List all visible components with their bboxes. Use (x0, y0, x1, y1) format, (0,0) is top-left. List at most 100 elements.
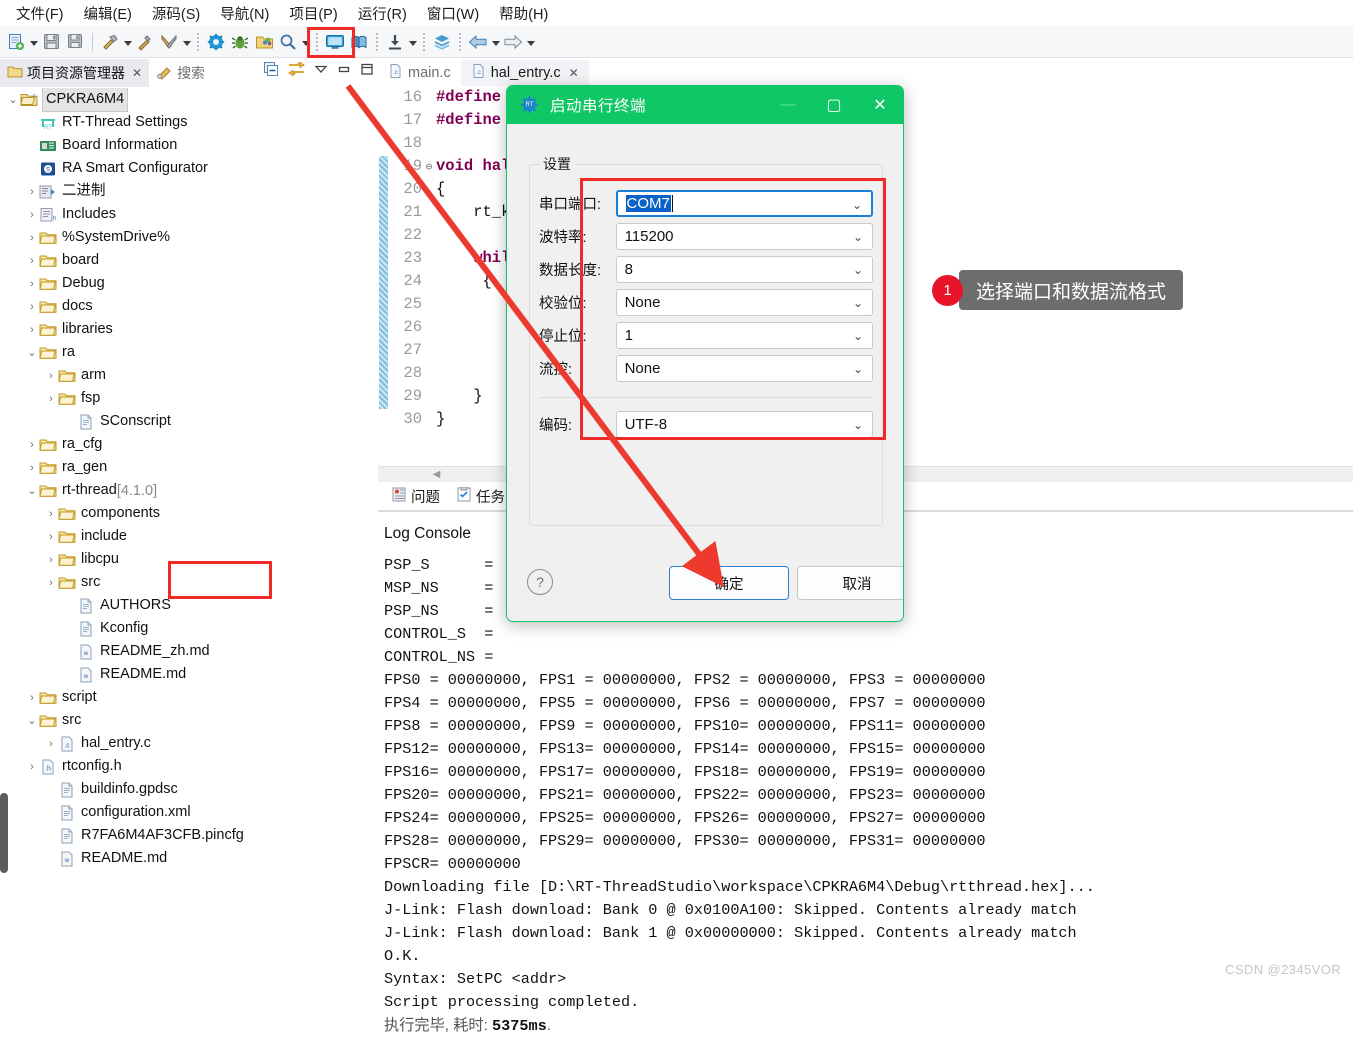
tree-item-fsp[interactable]: › fsp (0, 387, 378, 410)
chevron-down-icon[interactable]: ⌄ (853, 362, 863, 376)
chevron-down-icon[interactable]: ⌄ (853, 418, 863, 432)
back-dropdown-icon[interactable] (490, 30, 501, 54)
close-icon[interactable]: ✕ (569, 66, 579, 80)
tree-item-r7fa6m4af3cfb-pincfg[interactable]: R7FA6M4AF3CFB.pincfg (0, 824, 378, 847)
menu-project[interactable]: 项目(P) (279, 1, 347, 26)
back-arrow-icon[interactable] (467, 30, 489, 54)
editor-tab-main-c[interactable]: .c main.c (378, 60, 461, 86)
build-clean-icon[interactable] (134, 30, 156, 54)
build-dropdown-icon[interactable] (122, 30, 133, 54)
scroll-left-icon[interactable]: ◀ (430, 468, 443, 481)
debug-bug-icon[interactable] (229, 30, 251, 54)
help-icon[interactable]: ? (527, 569, 553, 595)
chevron-right-icon[interactable]: › (25, 203, 39, 226)
tree-item-script[interactable]: › script (0, 686, 378, 709)
forward-arrow-icon[interactable] (502, 30, 524, 54)
open-folder-icon[interactable] (253, 30, 275, 54)
menu-file[interactable]: 文件(F) (6, 1, 74, 26)
tree-item-ra-gen[interactable]: › ra_gen (0, 456, 378, 479)
tree-item-libraries[interactable]: › libraries (0, 318, 378, 341)
tab-problems[interactable]: 问题 (384, 484, 447, 509)
tree-item-rt-thread-settings[interactable]: RT RT-Thread Settings (0, 111, 378, 134)
new-file-icon[interactable] (5, 30, 27, 54)
chevron-down-icon[interactable]: ⌄ (25, 709, 39, 732)
chevron-right-icon[interactable]: › (25, 249, 39, 272)
menu-window[interactable]: 窗口(W) (417, 1, 489, 26)
build-hammer-icon[interactable] (99, 30, 121, 54)
chevron-right-icon[interactable]: › (44, 525, 58, 548)
book-icon[interactable] (348, 30, 370, 54)
chevron-right-icon[interactable]: › (44, 387, 58, 410)
maximize-icon[interactable] (360, 62, 374, 79)
tree-item-arm[interactable]: › arm (0, 364, 378, 387)
tree-item-includes[interactable]: › h Includes (0, 203, 378, 226)
editor-tab-hal-entry-c[interactable]: .c hal_entry.c ✕ (460, 60, 589, 86)
chevron-right-icon[interactable]: › (25, 226, 39, 249)
tree-item-ra-cfg[interactable]: › ra_cfg (0, 433, 378, 456)
forward-dropdown-icon[interactable] (525, 30, 536, 54)
data-bits-select[interactable]: 8 ⌄ (615, 256, 873, 283)
chevron-right-icon[interactable]: › (25, 318, 39, 341)
tree-item-cpkra6m4[interactable]: ⌄ c CPKRA6M4 (0, 88, 378, 112)
tree-item-hal-entry-c[interactable]: › .c hal_entry.c (0, 732, 378, 755)
chevron-right-icon[interactable]: › (44, 502, 58, 525)
chevron-right-icon[interactable]: › (44, 364, 58, 387)
menu-edit[interactable]: 编辑(E) (74, 1, 142, 26)
cancel-button[interactable]: 取消 (797, 566, 903, 600)
chevron-right-icon[interactable]: › (25, 272, 39, 295)
menu-source[interactable]: 源码(S) (142, 1, 210, 26)
chevron-down-icon[interactable]: ⌄ (852, 198, 862, 212)
ok-button[interactable]: 确定 (669, 566, 789, 600)
tab-search[interactable]: 搜索 (149, 59, 212, 87)
save-all-icon[interactable] (64, 30, 86, 54)
chevron-down-icon[interactable]: ⌄ (853, 263, 863, 277)
build-tools-icon[interactable] (158, 30, 180, 54)
tree-item-ra-smart-configurator[interactable]: S RA Smart Configurator (0, 157, 378, 180)
layers-icon[interactable] (431, 30, 453, 54)
baud-rate-select[interactable]: 115200 ⌄ (615, 223, 873, 250)
serial-port-select[interactable]: COM7 ⌄ (615, 190, 873, 217)
tree-item-docs[interactable]: › docs (0, 295, 378, 318)
menu-help[interactable]: 帮助(H) (489, 1, 558, 26)
link-editor-icon[interactable] (288, 61, 305, 80)
menu-run[interactable]: 运行(R) (348, 1, 417, 26)
left-panel-scrollbar[interactable] (0, 793, 8, 873)
tree-item-board[interactable]: › board (0, 249, 378, 272)
project-tree[interactable]: ⌄ c CPKRA6M4 RT RT-Thread Settings Board Info… (0, 88, 378, 978)
minimize-icon[interactable] (337, 62, 351, 79)
tools-dropdown-icon[interactable] (181, 30, 192, 54)
encoding-select[interactable]: UTF-8 ⌄ (615, 411, 873, 438)
download-icon[interactable] (384, 30, 406, 54)
tree-item-rt-thread[interactable]: ⌄ rt-thread [4.1.0] (0, 479, 378, 502)
chevron-right-icon[interactable]: › (25, 180, 39, 203)
tree-item-sconscript[interactable]: SConscript (0, 410, 378, 433)
tree-item-rtconfig-h[interactable]: › .h rtconfig.h (0, 755, 378, 778)
download-dropdown-icon[interactable] (407, 30, 418, 54)
fold-marker-icon[interactable]: ⊖ (422, 157, 436, 180)
tree-item-src[interactable]: ⌄ src (0, 709, 378, 732)
tree-item-ra[interactable]: ⌄ ra (0, 341, 378, 364)
chevron-right-icon[interactable]: › (44, 548, 58, 571)
save-icon[interactable] (40, 30, 62, 54)
chevron-down-icon[interactable]: ⌄ (25, 341, 39, 364)
tree-item-kconfig[interactable]: Kconfig (0, 617, 378, 640)
tree-item-readme-md[interactable]: w README.md (0, 663, 378, 686)
close-icon[interactable]: ✕ (857, 86, 903, 124)
chevron-right-icon[interactable]: › (44, 571, 58, 594)
search-dropdown-icon[interactable] (300, 30, 311, 54)
collapse-all-icon[interactable] (263, 61, 279, 80)
tab-project-explorer[interactable]: 项目资源管理器 ✕ (0, 59, 150, 87)
chevron-right-icon[interactable]: › (25, 456, 39, 479)
chevron-right-icon[interactable]: › (25, 295, 39, 318)
chevron-down-icon[interactable]: ⌄ (853, 296, 863, 310)
chevron-right-icon[interactable]: › (25, 433, 39, 456)
maximize-icon[interactable]: ▢ (811, 86, 857, 124)
tree-item-src[interactable]: › src (0, 571, 378, 594)
tree-item-debug[interactable]: › Debug (0, 272, 378, 295)
new-file-dropdown-icon[interactable] (28, 30, 39, 54)
tree-item-readme-zh-md[interactable]: w README_zh.md (0, 640, 378, 663)
tree-item-authors[interactable]: AUTHORS (0, 594, 378, 617)
flow-control-select[interactable]: None ⌄ (615, 355, 873, 382)
tree-item-components[interactable]: › components (0, 502, 378, 525)
tree-item-[interactable]: › 二进制 (0, 180, 378, 203)
